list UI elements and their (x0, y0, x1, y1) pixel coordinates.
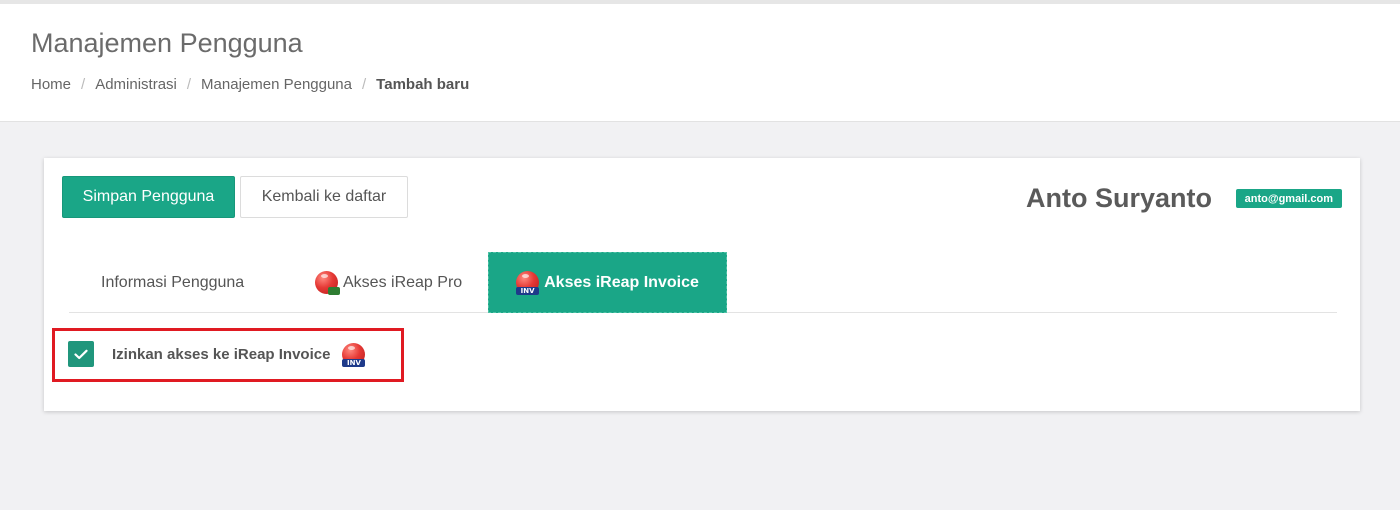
tab-label: Akses iReap Invoice (544, 273, 699, 291)
breadcrumb-separator: / (362, 76, 367, 93)
tab-informasi-pengguna[interactable]: Informasi Pengguna (101, 252, 244, 313)
user-name: Anto Suryanto (1026, 183, 1212, 213)
tab-akses-ireap-invoice[interactable]: INV Akses iReap Invoice (488, 252, 727, 313)
breadcrumb-home[interactable]: Home (31, 76, 71, 93)
breadcrumb-administrasi[interactable]: Administrasi (95, 76, 177, 93)
tab-akses-ireap-pro[interactable]: Akses iReap Pro (315, 252, 462, 313)
breadcrumb-separator: / (186, 76, 192, 93)
tab-label: Akses iReap Pro (343, 273, 463, 291)
breadcrumb: Home / Administrasi / Manajemen Pengguna… (31, 76, 469, 93)
ireap-invoice-icon: INV (516, 271, 540, 295)
email-badge: anto@gmail.com (1235, 189, 1342, 208)
highlight-annotation-box (52, 328, 404, 382)
page-header: Manajemen Pengguna Home / Administrasi /… (0, 4, 1400, 122)
back-to-list-button[interactable]: Kembali ke daftar (240, 176, 408, 218)
breadcrumb-manajemen-pengguna[interactable]: Manajemen Pengguna (201, 76, 352, 93)
breadcrumb-separator: / (81, 76, 86, 93)
breadcrumb-current: Tambah baru (376, 76, 470, 93)
tab-bar: Informasi Pengguna Akses iReap Pro INV A… (69, 252, 1337, 313)
ireap-pro-icon (315, 271, 340, 295)
page-title: Manajemen Pengguna (31, 28, 303, 58)
tab-label: Informasi Pengguna (101, 273, 245, 291)
save-user-button[interactable]: Simpan Pengguna (62, 176, 235, 218)
